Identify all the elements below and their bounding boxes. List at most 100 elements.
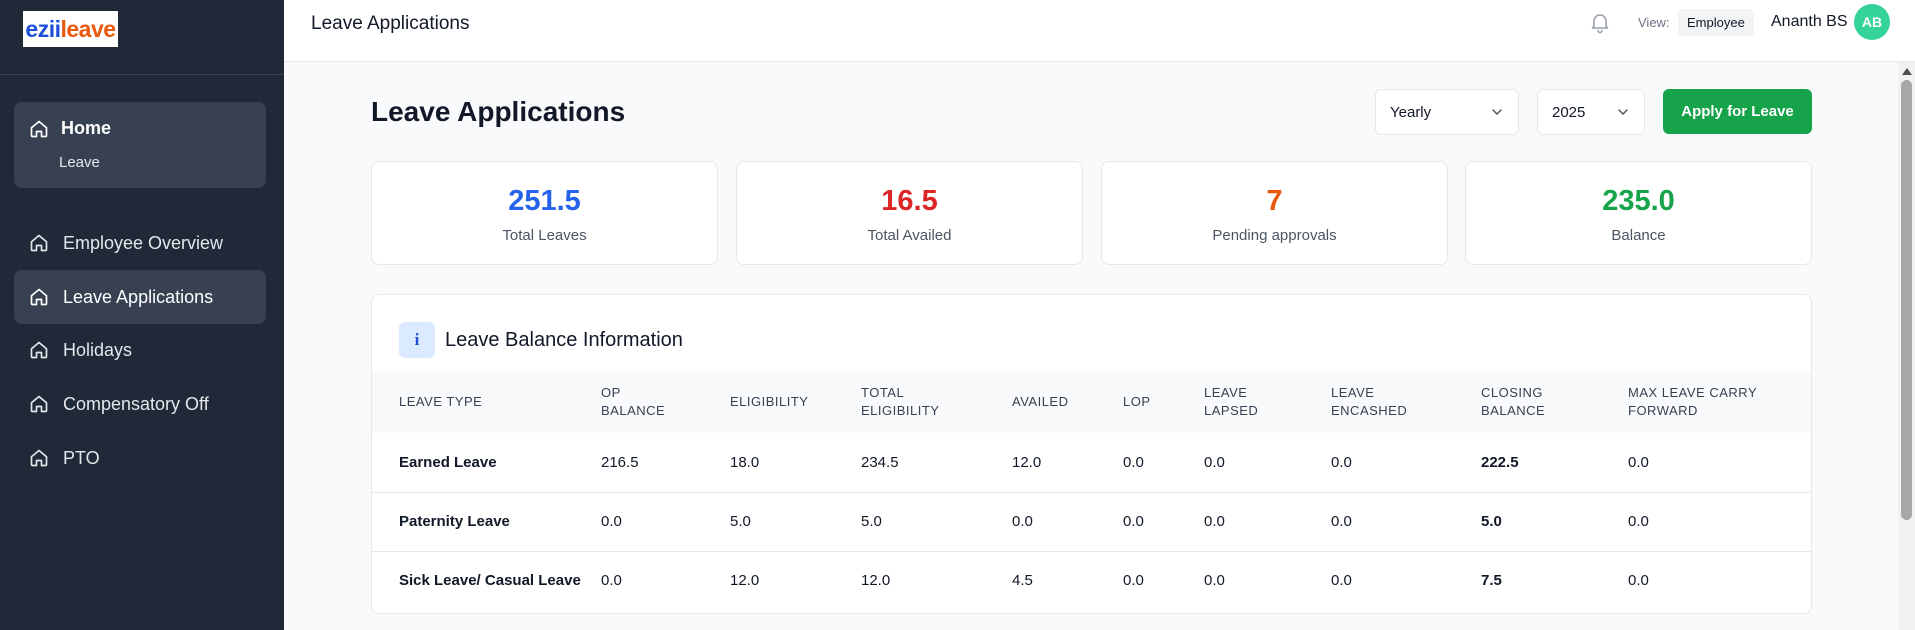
table-cell: 0.0 xyxy=(601,550,730,610)
stat-value: 235.0 xyxy=(1602,185,1675,217)
stat-card-balance: 235.0 Balance xyxy=(1465,161,1812,265)
scroll-thumb[interactable] xyxy=(1901,80,1912,520)
column-header-line: ELIGIBILITY xyxy=(861,403,940,418)
table-cell: 4.5 xyxy=(1012,550,1123,610)
user-name[interactable]: Ananth BS xyxy=(1771,13,1848,31)
table-cell: 0.0 xyxy=(1628,491,1811,551)
table-row: Earned Leave 216.5 18.0 234.5 12.0 0.0 0.0 0.0 2… xyxy=(372,433,1811,492)
chevron-down-icon xyxy=(1490,105,1504,119)
table-cell: 0.0 xyxy=(1628,550,1811,610)
apply-for-leave-button[interactable]: Apply for Leave xyxy=(1663,89,1812,134)
period-select-value: Yearly xyxy=(1390,103,1432,121)
bell-icon[interactable] xyxy=(1588,10,1612,34)
logo-text-ezii: ezii xyxy=(25,15,61,42)
stat-card-total-leaves: 251.5 Total Leaves xyxy=(371,161,718,265)
stat-value: 7 xyxy=(1266,185,1283,217)
view-mode-badge[interactable]: Employee xyxy=(1678,9,1754,36)
column-header: CLOSING BALANCE xyxy=(1481,371,1628,433)
top-header: Leave Applications View: Employee Ananth… xyxy=(284,0,1915,62)
table-cell: 12.0 xyxy=(861,550,1012,610)
sidebar-item-label: Leave Applications xyxy=(63,286,214,307)
house-icon xyxy=(29,287,49,307)
column-header-line: LAPSED xyxy=(1204,403,1259,418)
stat-label: Total Leaves xyxy=(502,227,587,244)
column-header: LEAVE ENCASHED xyxy=(1331,371,1481,433)
table-cell: 234.5 xyxy=(861,453,899,471)
column-header-line: ELIGIBILITY xyxy=(730,394,809,409)
column-header: ELIGIBILITY xyxy=(730,371,861,433)
house-icon xyxy=(29,119,49,139)
stat-card-total-availed: 16.5 Total Availed xyxy=(736,161,1083,265)
table-cell: 5.0 xyxy=(1481,491,1628,551)
sidebar-item-home[interactable]: Home Leave xyxy=(14,102,266,188)
stat-label: Balance xyxy=(1611,227,1666,244)
year-select[interactable]: 2025 xyxy=(1537,89,1645,135)
table-cell: 0.0 xyxy=(1331,491,1481,551)
scroll-up-arrow[interactable] xyxy=(1902,68,1912,75)
column-header-line: CLOSING xyxy=(1481,385,1544,400)
sidebar-item-home-label: Home xyxy=(61,118,112,138)
table-cell: 216.5 xyxy=(601,453,639,471)
column-header: TOTAL ELIGIBILITY xyxy=(861,371,1012,433)
column-header-line: LEAVE TYPE xyxy=(399,394,483,409)
sidebar: eziileave Home Leave Employee Overview L… xyxy=(0,0,284,630)
table-cell: 0.0 xyxy=(1123,491,1204,551)
table-cell: 0.0 xyxy=(1123,453,1144,471)
leave-balance-table: LEAVE TYPE OP BALANCE ELIGIBILITY TOTAL ELIGI… xyxy=(372,371,1811,610)
stat-value: 16.5 xyxy=(881,185,938,217)
column-header: AVAILED xyxy=(1012,371,1123,433)
house-icon xyxy=(29,233,49,253)
leave-type-cell: Paternity Leave xyxy=(372,491,601,551)
sidebar-item-label: Holidays xyxy=(63,339,133,360)
table-cell: 0.0 xyxy=(1204,453,1225,471)
logo-text-leave: leave xyxy=(60,15,117,42)
table-cell: 0.0 xyxy=(1012,491,1123,551)
table-cell: 5.0 xyxy=(861,491,1012,551)
table-cell: 0.0 xyxy=(1204,550,1331,610)
table-cell: 18.0 xyxy=(730,453,760,471)
column-header-line: ENCASHED xyxy=(1331,403,1408,418)
leave-type-cell: Earned Leave xyxy=(399,453,497,471)
table-cell: 12.0 xyxy=(1012,453,1042,471)
table-header-row: LEAVE TYPE OP BALANCE ELIGIBILITY TOTAL ELIGI… xyxy=(372,371,1811,433)
table-cell: 0.0 xyxy=(1204,491,1331,551)
column-header-line: LEAVE xyxy=(1331,385,1375,400)
column-header-line: LEAVE xyxy=(1204,385,1248,400)
column-header-line: BALANCE xyxy=(1481,403,1546,418)
sidebar-item-holidays[interactable]: Holidays xyxy=(14,323,266,377)
leave-balance-panel: i Leave Balance Information LEAVE TYPE OP… xyxy=(371,294,1812,614)
sidebar-item-label: PTO xyxy=(63,447,100,468)
column-header-line: TOTAL xyxy=(861,385,905,400)
stat-label: Pending approvals xyxy=(1212,227,1337,244)
page-scrollbar[interactable] xyxy=(1898,62,1915,630)
sidebar-item-employee-overview[interactable]: Employee Overview xyxy=(14,216,266,270)
column-header-line: BALANCE xyxy=(601,403,666,418)
table-row: Paternity Leave 0.0 5.0 5.0 0.0 0.0 0.0 0.0 5.0 0… xyxy=(372,491,1811,551)
sidebar-item-compensatory-off[interactable]: Compensatory Off xyxy=(14,377,266,431)
stat-label: Total Availed xyxy=(867,227,952,244)
table-cell: 0.0 xyxy=(1331,453,1352,471)
leave-type-cell: Sick Leave/ Casual Leave xyxy=(372,550,601,610)
panel-title: Leave Balance Information xyxy=(445,328,683,351)
period-select[interactable]: Yearly xyxy=(1375,89,1519,135)
stat-value: 251.5 xyxy=(508,185,581,217)
sidebar-item-leave-applications[interactable]: Leave Applications xyxy=(14,270,266,324)
stat-card-pending-approvals: 7 Pending approvals xyxy=(1101,161,1448,265)
column-header-line: OP xyxy=(601,385,621,400)
chevron-down-icon xyxy=(1616,105,1630,119)
column-header: LEAVE TYPE xyxy=(372,371,601,433)
header-title: Leave Applications xyxy=(311,13,470,34)
column-header-line: AVAILED xyxy=(1012,394,1069,409)
sidebar-item-pto[interactable]: PTO xyxy=(14,431,266,485)
column-header: OP BALANCE xyxy=(601,371,730,433)
sidebar-subitem-leave[interactable]: Leave xyxy=(59,154,100,171)
table-cell: 0.0 xyxy=(1123,550,1204,610)
column-header: LEAVE LAPSED xyxy=(1204,371,1331,433)
view-label: View: xyxy=(1638,15,1670,30)
table-cell: 222.5 xyxy=(1481,453,1519,471)
column-header-line: LOP xyxy=(1123,394,1151,409)
app-logo[interactable]: eziileave xyxy=(23,11,118,47)
avatar[interactable]: AB xyxy=(1854,4,1890,40)
table-row: Sick Leave/ Casual Leave 0.0 12.0 12.0 4.5 0.… xyxy=(372,550,1811,610)
table-cell: 5.0 xyxy=(730,491,861,551)
